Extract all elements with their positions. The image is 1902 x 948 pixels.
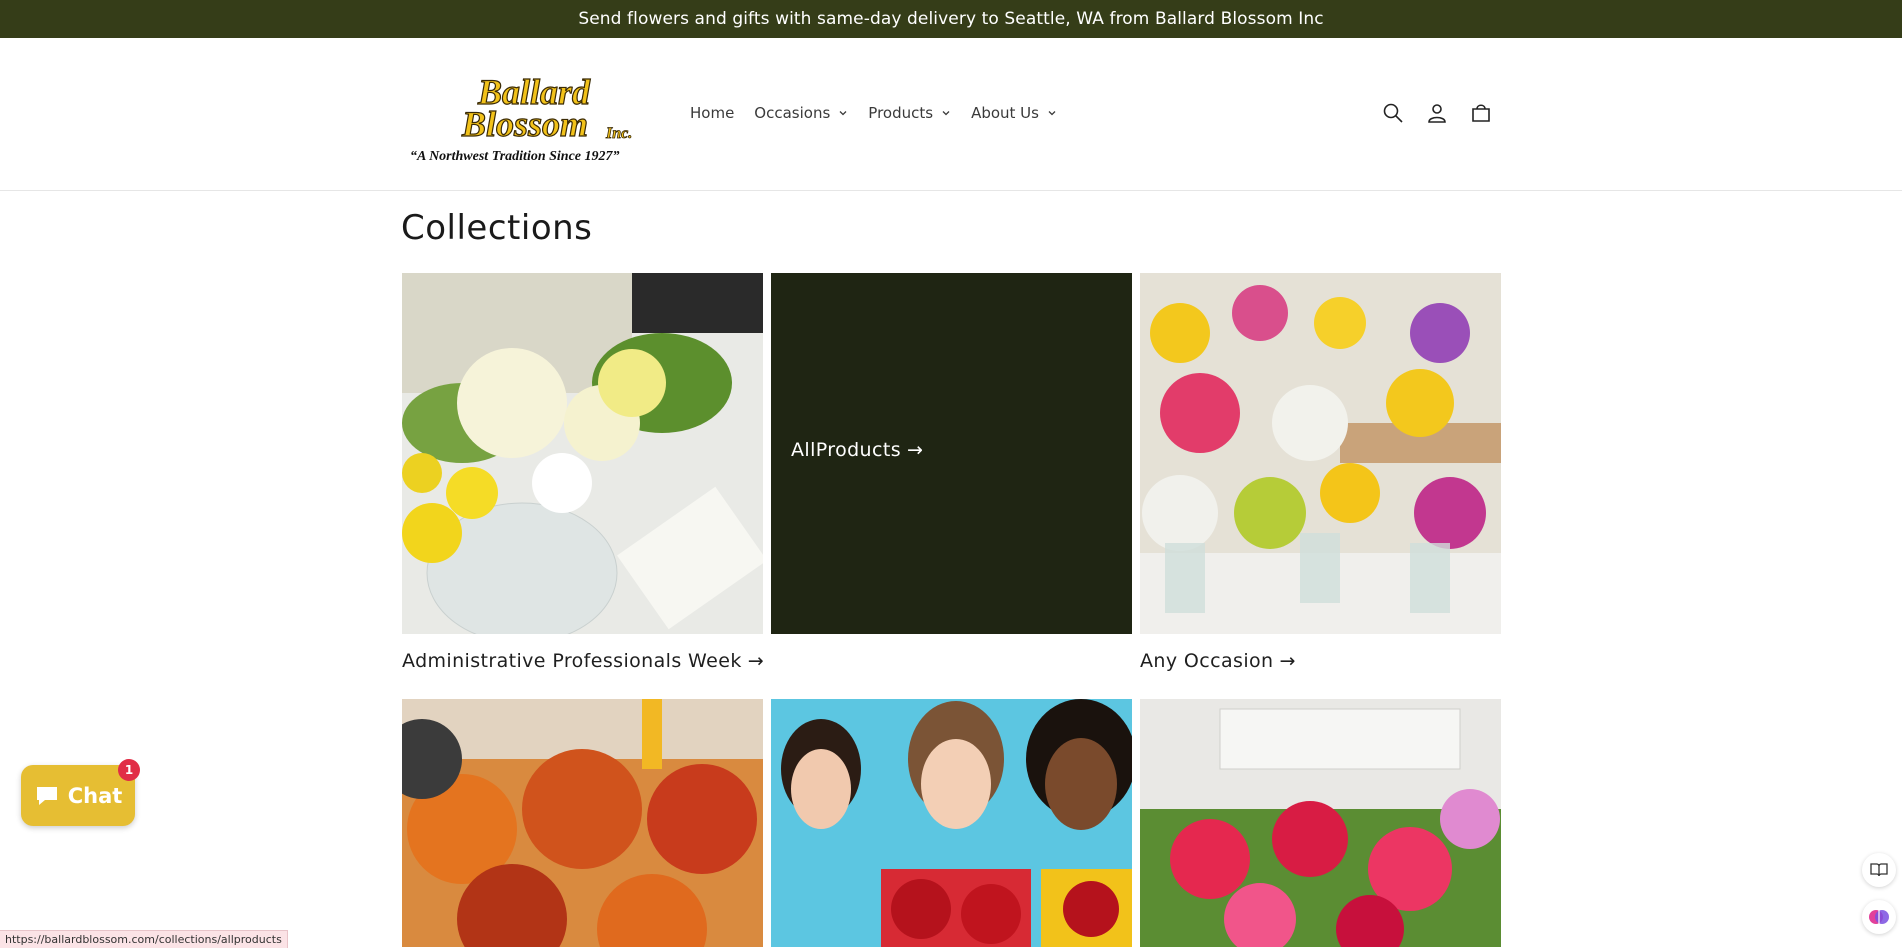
- nav-occasions-label: Occasions: [754, 104, 831, 122]
- nav-home-label: Home: [690, 104, 735, 122]
- nav-home[interactable]: Home: [690, 104, 734, 122]
- reader-mode-button[interactable]: [1862, 853, 1896, 887]
- arrow-right-icon: →: [1279, 650, 1296, 672]
- chevron-down-icon: [942, 111, 950, 116]
- collection-card-all-products[interactable]: AllProducts →: [771, 273, 1132, 634]
- three-women-roses-image: [771, 699, 1132, 947]
- collection-card-row2-2[interactable]: [771, 699, 1132, 947]
- collection-label-admin-professionals[interactable]: Administrative Professionals Week →: [402, 650, 764, 672]
- orange-flowers-image: [402, 699, 763, 947]
- header-icons: [1380, 100, 1494, 126]
- nav-occasions[interactable]: Occasions: [754, 104, 848, 122]
- collection-label-all-products[interactable]: AllProducts →: [791, 439, 923, 461]
- collection-card-row2-3[interactable]: [1140, 699, 1501, 947]
- cart-icon[interactable]: [1468, 100, 1494, 126]
- arrow-right-icon: →: [747, 650, 765, 672]
- chat-badge-count: 1: [124, 763, 134, 777]
- collection-card-row2-1[interactable]: [402, 699, 763, 947]
- ai-assistant-button[interactable]: [1862, 900, 1896, 934]
- collection-card-admin-professionals[interactable]: [402, 273, 763, 634]
- chevron-down-icon: [839, 111, 847, 116]
- nav-about-us-label: About Us: [971, 104, 1039, 122]
- pink-roses-image: [1140, 699, 1501, 947]
- collection-title: AllProducts: [791, 439, 901, 461]
- brain-icon: [1869, 910, 1889, 924]
- logo-line2: Blossom: [461, 104, 588, 144]
- logo-tagline: “A Northwest Tradition Since 1927”: [410, 149, 620, 164]
- nav-products[interactable]: Products: [868, 104, 951, 122]
- chat-label: Chat: [67, 783, 123, 808]
- lilies-bouquet-image: [402, 273, 763, 634]
- page-title: Collections: [401, 208, 593, 248]
- chat-notification-badge: 1: [118, 759, 140, 781]
- book-icon: [1870, 863, 1888, 877]
- account-icon[interactable]: [1424, 100, 1450, 126]
- arrow-right-icon: →: [907, 439, 924, 461]
- chevron-down-icon: [1048, 111, 1056, 116]
- nav-about-us[interactable]: About Us: [971, 104, 1057, 122]
- collection-label-any-occasion[interactable]: Any Occasion →: [1140, 650, 1296, 672]
- search-icon[interactable]: [1380, 100, 1406, 126]
- collection-card-any-occasion[interactable]: [1140, 273, 1501, 634]
- site-header: Ballard Blossom Inc. “A Northwest Tradit…: [0, 38, 1902, 191]
- nav-products-label: Products: [868, 104, 934, 122]
- main-nav: Home Occasions Products About Us: [690, 104, 1077, 122]
- chat-bubble-icon: [36, 786, 57, 805]
- announcement-text: Send flowers and gifts with same-day del…: [578, 9, 1324, 29]
- site-logo[interactable]: Ballard Blossom Inc. “A Northwest Tradit…: [406, 68, 658, 168]
- vases-flowers-image: [1140, 273, 1501, 634]
- status-bar-url: https://ballardblossom.com/collections/a…: [0, 930, 288, 948]
- collection-title: Any Occasion: [1140, 650, 1274, 672]
- status-url-text: https://ballardblossom.com/collections/a…: [5, 933, 282, 946]
- logo-suffix: Inc.: [605, 125, 632, 142]
- collection-title: Administrative Professionals Week: [402, 650, 742, 672]
- announcement-bar: Send flowers and gifts with same-day del…: [0, 0, 1902, 38]
